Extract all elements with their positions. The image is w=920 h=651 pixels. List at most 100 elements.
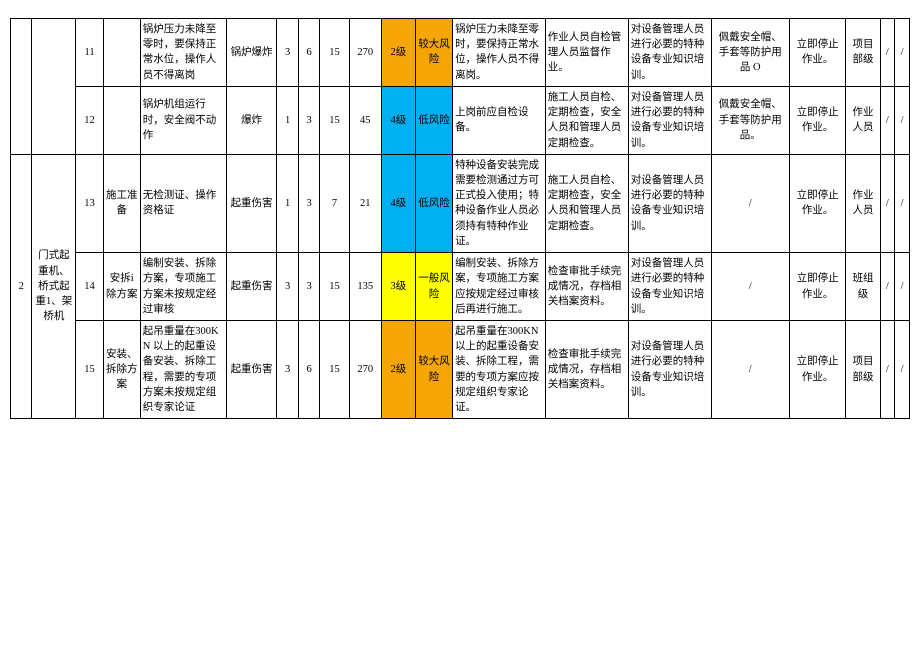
hazard-desc: 无检测证、操作资格证 (140, 154, 226, 252)
val-l: 1 (277, 154, 298, 252)
extra-cell-1: / (880, 253, 895, 321)
val-e: 3 (298, 154, 319, 252)
risk-class: 低风险 (415, 86, 452, 154)
val-e: 6 (298, 19, 319, 87)
mgmt-measure: 施工人员自检、定期检查，安全人员和管理人员定期检查。 (545, 86, 628, 154)
risk-assessment-table: 11锅炉压力未降至零时，要保持正常水位，操作人员不得离岗锅炉爆炸36152702… (10, 18, 910, 419)
extra-cell-2: / (895, 19, 910, 87)
extra-cell-2: / (895, 320, 910, 418)
extra-cell-2: / (895, 253, 910, 321)
val-d: 270 (349, 320, 381, 418)
stage-cell: 施工准备 (103, 154, 140, 252)
val-e: 3 (298, 86, 319, 154)
accident-type: 起重伤害 (226, 154, 277, 252)
table-row: 2门式起重机、桥式起重1、架桥机13施工准备无检测证、操作资格证起重伤害1372… (11, 154, 910, 252)
accident-type: 起重伤害 (226, 320, 277, 418)
training-measure: 对设备管理人员进行必要的特种设备专业知识培训。 (628, 19, 711, 87)
tech-measure: 编制安装、拆除方案，专项施工方案应按规定经过审核后再进行施工。 (453, 253, 546, 321)
ppe-cell: / (711, 253, 789, 321)
val-l: 1 (277, 86, 298, 154)
val-l: 3 (277, 320, 298, 418)
inner-seq: 11 (76, 19, 103, 87)
extra-cell-2: / (895, 154, 910, 252)
hazard-desc: 起吊重量在300KN 以上的起重设备安装、拆除工程，需要的专项方案未按规定组织专… (140, 320, 226, 418)
ppe-cell: 佩戴安全帽、手套等防护用品。 (711, 86, 789, 154)
stage-cell (103, 86, 140, 154)
stage-cell (103, 19, 140, 87)
mgmt-measure: 检查审批手续完成情况，存档相关档案资料。 (545, 320, 628, 418)
val-c: 15 (320, 253, 349, 321)
hazard-desc: 锅炉压力未降至零时，要保持正常水位，操作人员不得离岗 (140, 19, 226, 87)
group-seq-cell (11, 19, 32, 155)
accident-type: 爆炸 (226, 86, 277, 154)
extra-cell-1: / (880, 86, 895, 154)
mgmt-measure: 检查审批手续完成情况，存档相关档案资料。 (545, 253, 628, 321)
category-cell: 门式起重机、桥式起重1、架桥机 (32, 154, 76, 419)
responsibility-cell: 项目部级 (846, 19, 880, 87)
val-d: 21 (349, 154, 381, 252)
stage-cell: 安拆i除方案 (103, 253, 140, 321)
val-c: 7 (320, 154, 349, 252)
risk-level: 2级 (381, 19, 415, 87)
risk-level: 3级 (381, 253, 415, 321)
training-measure: 对设备管理人员进行必要的特种设备专业知识培训。 (628, 320, 711, 418)
val-e: 6 (298, 320, 319, 418)
ppe-cell: / (711, 154, 789, 252)
stage-cell: 安装、拆除方案 (103, 320, 140, 418)
val-d: 135 (349, 253, 381, 321)
table-row: 15安装、拆除方案起吊重量在300KN 以上的起重设备安装、拆除工程，需要的专项… (11, 320, 910, 418)
val-c: 15 (320, 320, 349, 418)
extra-cell-2: / (895, 86, 910, 154)
extra-cell-1: / (880, 19, 895, 87)
responsibility-cell: 班组级 (846, 253, 880, 321)
training-measure: 对设备管理人员进行必要的特种设备专业知识培训。 (628, 154, 711, 252)
tech-measure: 起吊重量在300KN 以上的起重设备安装、拆除工程，需要的专项方案应按规定组织专… (453, 320, 546, 418)
val-e: 3 (298, 253, 319, 321)
inner-seq: 13 (76, 154, 103, 252)
risk-level: 2级 (381, 320, 415, 418)
val-d: 270 (349, 19, 381, 87)
extra-cell-1: / (880, 154, 895, 252)
emergency-cell: 立即停止作业。 (789, 19, 846, 87)
val-d: 45 (349, 86, 381, 154)
hazard-desc: 锅炉机组运行时，安全阀不动作 (140, 86, 226, 154)
risk-class: 一般风险 (415, 253, 452, 321)
emergency-cell: 立即停止作业。 (789, 154, 846, 252)
risk-class: 较大风险 (415, 19, 452, 87)
training-measure: 对设备管理人员进行必要的特种设备专业知识培训。 (628, 86, 711, 154)
tech-measure: 上岗前应自检设备。 (453, 86, 546, 154)
risk-level: 4级 (381, 154, 415, 252)
mgmt-measure: 施工人员自检、定期检查，安全人员和管理人员定期检查。 (545, 154, 628, 252)
risk-class: 低风险 (415, 154, 452, 252)
inner-seq: 12 (76, 86, 103, 154)
val-l: 3 (277, 19, 298, 87)
category-cell (32, 19, 76, 155)
inner-seq: 15 (76, 320, 103, 418)
emergency-cell: 立即停止作业。 (789, 86, 846, 154)
emergency-cell: 立即停止作业。 (789, 320, 846, 418)
inner-seq: 14 (76, 253, 103, 321)
emergency-cell: 立即停止作业。 (789, 253, 846, 321)
responsibility-cell: 作业人员 (846, 86, 880, 154)
tech-measure: 锅炉压力未降至零时，要保持正常水位，操作人员不得离岗。 (453, 19, 546, 87)
table-row: 11 锅炉压力未降至零时，要保持正常水位，操作人员不得离岗锅炉爆炸36152702… (11, 19, 910, 87)
risk-class: 较大风险 (415, 320, 452, 418)
val-c: 15 (320, 86, 349, 154)
table-row: 14安拆i除方案编制安装、拆除方案，专项施工方案未按规定经过审核起重伤害3315… (11, 253, 910, 321)
responsibility-cell: 项目部级 (846, 320, 880, 418)
tech-measure: 特种设备安装完成需要检测通过方可正式投入使用；特种设备作业人员必须持有特种作业证… (453, 154, 546, 252)
accident-type: 起重伤害 (226, 253, 277, 321)
accident-type: 锅炉爆炸 (226, 19, 277, 87)
training-measure: 对设备管理人员进行必要的特种设备专业知识培训。 (628, 253, 711, 321)
ppe-cell: 佩戴安全帽、手套等防护用品 O (711, 19, 789, 87)
val-l: 3 (277, 253, 298, 321)
mgmt-measure: 作业人员自检管理人员监督作业。 (545, 19, 628, 87)
risk-level: 4级 (381, 86, 415, 154)
responsibility-cell: 作业人员 (846, 154, 880, 252)
ppe-cell: / (711, 320, 789, 418)
val-c: 15 (320, 19, 349, 87)
hazard-desc: 编制安装、拆除方案，专项施工方案未按规定经过审核 (140, 253, 226, 321)
table-row: 12 锅炉机组运行时，安全阀不动作爆炸1315454级低风险上岗前应自检设备。施工… (11, 86, 910, 154)
group-seq-cell: 2 (11, 154, 32, 419)
extra-cell-1: / (880, 320, 895, 418)
